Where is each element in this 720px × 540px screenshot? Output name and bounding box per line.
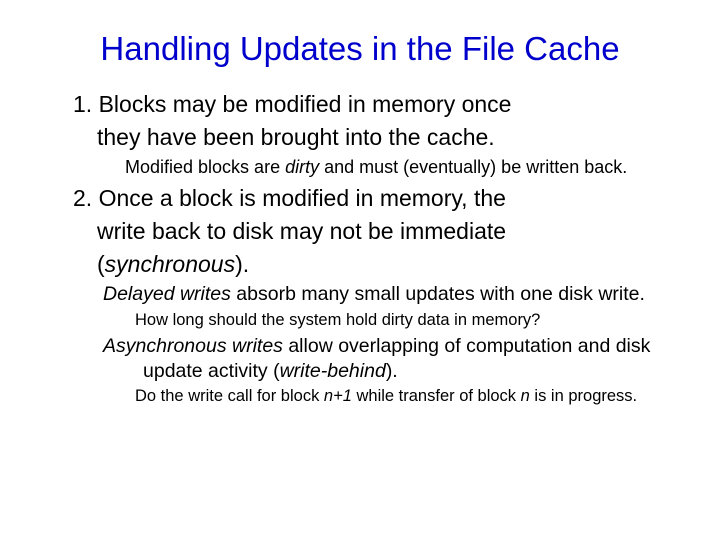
p1-sub-dirty: dirty — [285, 157, 319, 177]
aw-rest-b: ). — [386, 360, 398, 382]
delayed-writes-line: Delayed writes absorb many small updates… — [45, 282, 675, 306]
point-1-sub: Modified blocks are dirty and must (even… — [45, 156, 675, 179]
p1-sub-a: Modified blocks are — [125, 157, 285, 177]
point-1-line-1: 1. Blocks may be modified in memory once — [45, 90, 675, 119]
point-2-line-3: (synchronous). — [45, 250, 675, 279]
p2-c-close: ). — [235, 251, 249, 277]
async-writes-line: Asynchronous writes allow overlapping of… — [45, 334, 675, 383]
dw-em: Delayed writes — [103, 283, 231, 305]
slide-title: Handling Updates in the File Cache — [45, 30, 675, 68]
point-1-line-2: they have been brought into the cache. — [45, 123, 675, 152]
dw-rest: absorb many small updates with one disk … — [231, 283, 645, 305]
point-2-line-2: write back to disk may not be immediate — [45, 217, 675, 246]
p1-sub-b: and must (eventually) be written back. — [319, 157, 627, 177]
aw-sub-c: is in progress. — [530, 387, 637, 405]
p2-c-sync: synchronous — [105, 251, 235, 277]
aw-wb: write-behind — [280, 360, 386, 382]
aw-sub-b: while transfer of block — [352, 387, 521, 405]
aw-sub-n1: n+1 — [324, 387, 352, 405]
slide: Handling Updates in the File Cache 1. Bl… — [0, 0, 720, 431]
aw-detail: Do the write call for block n+1 while tr… — [45, 386, 675, 407]
aw-sub-a: Do the write call for block — [135, 387, 324, 405]
p2-c-open: ( — [97, 251, 105, 277]
dw-question: How long should the system hold dirty da… — [45, 310, 675, 331]
aw-sub-n2: n — [521, 387, 530, 405]
aw-em: Asynchronous writes — [103, 335, 283, 357]
point-2-line-1: 2. Once a block is modified in memory, t… — [45, 184, 675, 213]
